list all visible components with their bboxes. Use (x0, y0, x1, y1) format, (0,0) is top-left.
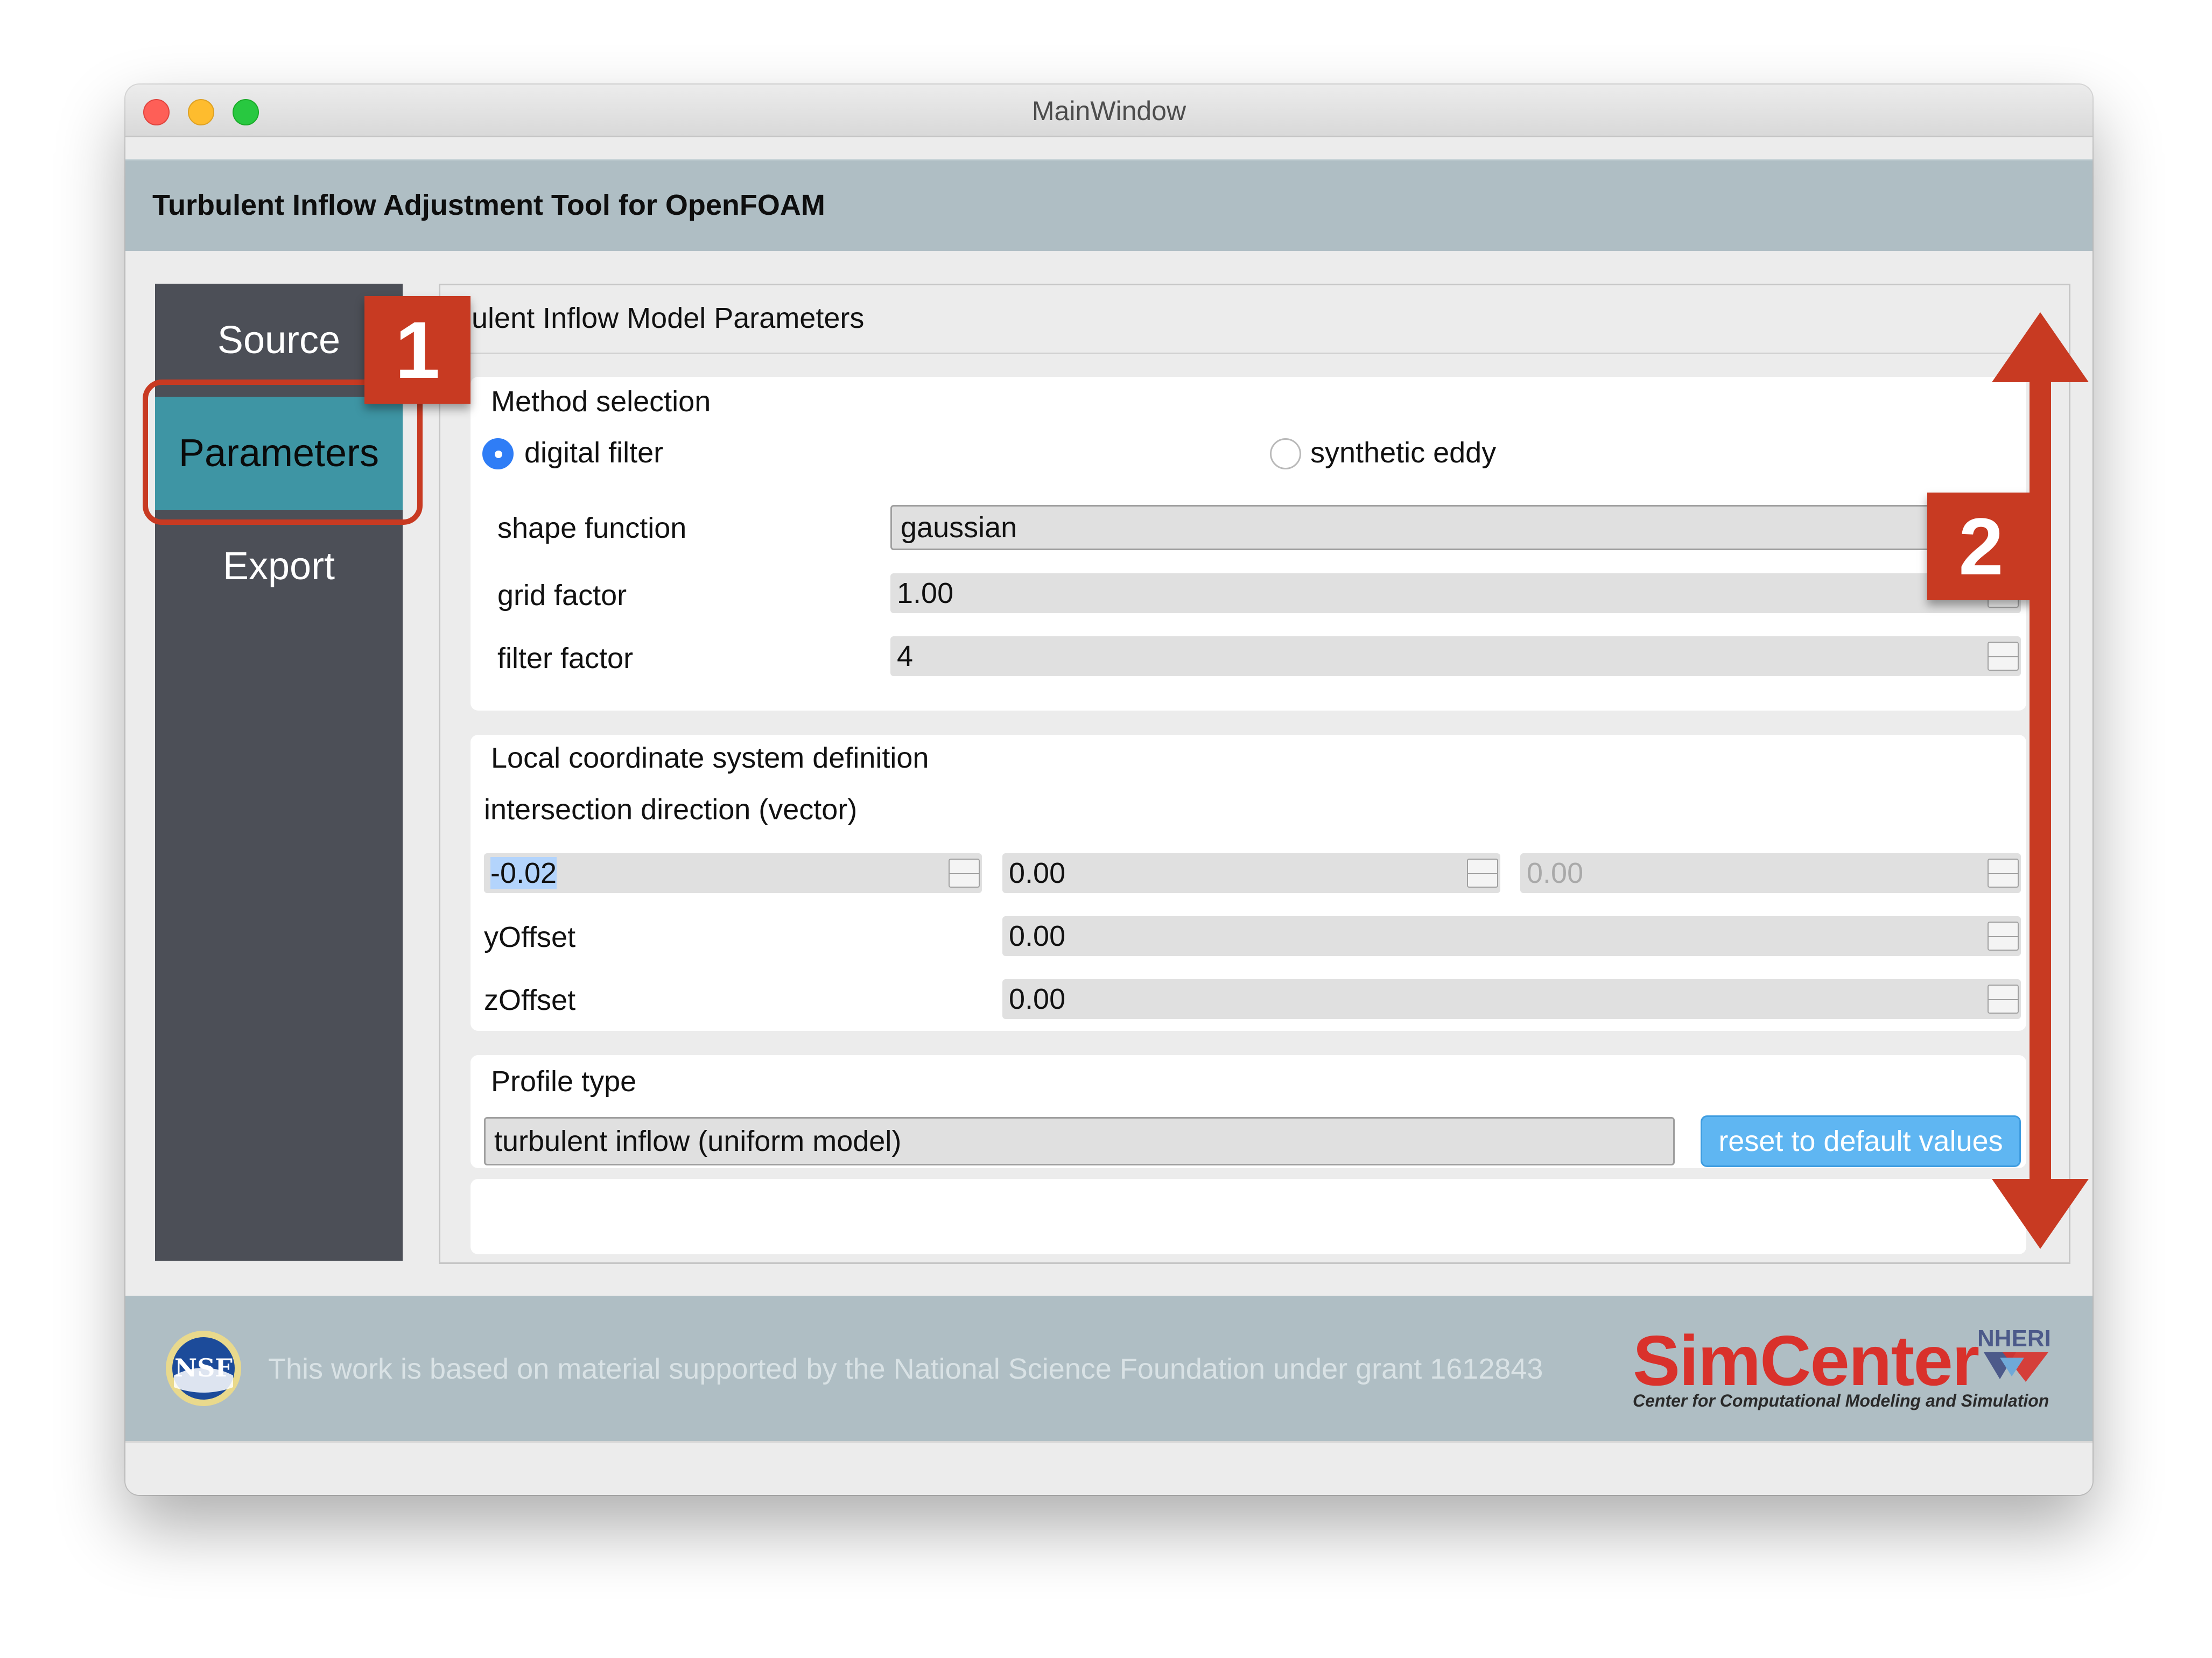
panel-header: rbulent Inflow Model Parameters (440, 285, 2069, 354)
synthetic-eddy-label[interactable]: synthetic eddy (1310, 436, 1496, 469)
z-offset-label: zOffset (484, 984, 576, 1016)
vector-y-stepper[interactable] (1467, 859, 1498, 888)
synthetic-eddy-radio[interactable] (1270, 438, 1301, 469)
nsf-logo: NSF (166, 1331, 241, 1406)
filter-factor-label: filter factor (497, 642, 634, 675)
filter-factor-value: 4 (897, 640, 914, 672)
digital-filter-label[interactable]: digital filter (524, 436, 663, 469)
reset-defaults-button[interactable]: reset to default values (1701, 1115, 2021, 1167)
method-selection-group: Method selection digital filter syntheti… (471, 377, 2026, 711)
local-coordinates-title: Local coordinate system definition (491, 742, 929, 774)
toolbar-strip (125, 137, 2092, 159)
simcenter-logo: SimCenter NHERI Center for Computational… (1633, 1325, 2058, 1411)
digital-filter-radio[interactable] (482, 438, 514, 469)
vector-x-stepper[interactable] (949, 859, 980, 888)
local-coordinates-group: Local coordinate system definition inter… (471, 735, 2026, 1031)
intersection-direction-label: intersection direction (vector) (484, 793, 858, 826)
scroll-range-arrow (1992, 312, 2089, 1249)
y-offset-input[interactable]: 0.00 (1002, 916, 2021, 956)
status-bar (125, 1441, 2092, 1495)
parameters-panel: rbulent Inflow Model Parameters Method s… (439, 284, 2070, 1264)
z-offset-input[interactable]: 0.00 (1002, 979, 2021, 1019)
vector-z-value: 0.00 (1527, 857, 1584, 889)
simcenter-wordmark: SimCenter (1633, 1321, 1979, 1400)
method-selection-title: Method selection (491, 385, 711, 418)
nsf-logo-text: NSF (174, 1353, 233, 1382)
simcenter-subtitle: Center for Computational Modeling and Si… (1633, 1391, 2049, 1410)
profile-type-title: Profile type (491, 1065, 637, 1098)
title-bar: MainWindow (125, 85, 2092, 137)
vector-y-input[interactable]: 0.00 (1002, 853, 1500, 893)
simcenter-nheri: NHERI (1977, 1325, 2051, 1352)
shape-function-select[interactable]: gaussian (890, 505, 2021, 550)
y-offset-label: yOffset (484, 921, 576, 953)
nheri-triangle-icon (1984, 1352, 2048, 1382)
grid-factor-input[interactable]: 1.00 (890, 573, 2021, 613)
app-title: Turbulent Inflow Adjustment Tool for Ope… (152, 189, 825, 221)
grid-factor-label: grid factor (497, 579, 627, 612)
profile-type-group: Profile type turbulent inflow (uniform m… (471, 1055, 2026, 1168)
sidebar-item-export[interactable]: Export (155, 510, 403, 623)
shape-function-label: shape function (497, 512, 687, 544)
callout-1: 1 (364, 296, 471, 404)
vector-x-input[interactable]: -0.02 (484, 853, 982, 893)
grid-factor-value: 1.00 (897, 577, 954, 609)
vector-z-input: 0.00 (1520, 853, 2021, 893)
app-header: Turbulent Inflow Adjustment Tool for Ope… (125, 159, 2092, 251)
z-offset-value: 0.00 (1009, 983, 1066, 1015)
window-title: MainWindow (1031, 96, 1186, 126)
next-group-partial (471, 1179, 2026, 1254)
profile-type-select[interactable]: turbulent inflow (uniform model) (484, 1117, 1675, 1165)
vector-x-value: -0.02 (490, 857, 557, 889)
filter-factor-input[interactable]: 4 (890, 636, 2021, 676)
y-offset-value: 0.00 (1009, 920, 1066, 952)
footer: NSF This work is based on material suppo… (125, 1296, 2092, 1441)
vector-y-value: 0.00 (1009, 857, 1066, 889)
panel-title: rbulent Inflow Model Parameters (446, 302, 865, 334)
footer-acknowledgement: This work is based on material supported… (268, 1353, 1543, 1385)
